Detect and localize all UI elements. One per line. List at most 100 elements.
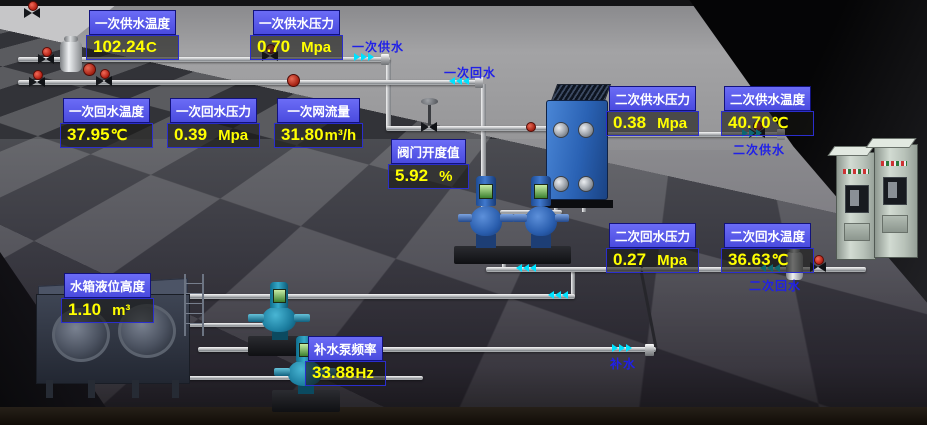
pump-flange — [294, 314, 310, 322]
pipe-elbow-supply-down — [386, 60, 391, 130]
sensor-secondary-return-temp[interactable]: 二次回水温度 36.63℃ — [721, 223, 814, 273]
pipe-label-makeup-water: 补水 — [610, 355, 636, 372]
sensor-label: 一次供水温度 — [89, 10, 176, 35]
sensor-unit: C — [146, 39, 157, 56]
pump-flange — [274, 368, 290, 376]
valve-handwheel-icon — [28, 1, 38, 11]
hmi-heat-exchange-station-screen: 一次供水 一次回水 二次供水 二次回水 补水 一次供水温度 102.24C 一次… — [0, 0, 927, 425]
cabinet-vent — [844, 223, 870, 241]
sensor-secondary-supply-temp[interactable]: 二次供水温度 40.70℃ — [721, 86, 814, 136]
pump-flange — [555, 214, 569, 222]
sensor-unit: % — [439, 168, 452, 185]
tank-leg — [88, 380, 95, 398]
sensor-label: 一次供水压力 — [253, 10, 340, 35]
heat-exchanger-port — [578, 176, 594, 192]
sensor-unit: m³ — [112, 302, 130, 319]
sensor-value: 1.10 — [68, 300, 101, 319]
sensor-primary-return-pressure[interactable]: 一次回水压力 0.39Mpa — [167, 98, 260, 148]
valve-handwheel-icon — [814, 255, 824, 265]
cabinet-top — [865, 138, 916, 148]
pump-indicator-window — [534, 184, 548, 199]
heat-exchanger-port — [578, 122, 594, 138]
sensor-unit: ℃ — [772, 115, 789, 132]
sensor-secondary-return-pressure[interactable]: 二次回水压力 0.27 Mpa — [606, 223, 699, 273]
circulation-pump-1 — [462, 176, 510, 266]
sensor-value: 0.70 — [257, 37, 290, 56]
pump-foot — [476, 234, 496, 248]
sensor-label: 二次回水温度 — [724, 223, 811, 248]
tank-leg — [46, 380, 53, 398]
pump-flange — [458, 214, 472, 222]
valve-handwheel-icon — [33, 70, 43, 80]
pipe-tank-outlet — [183, 294, 575, 299]
sensor-value: 40.70 — [728, 113, 771, 132]
valve — [29, 77, 45, 87]
sensor-value: 37.95 — [67, 125, 110, 144]
pump-indicator-window — [273, 289, 286, 303]
pipe-primary-return — [18, 80, 480, 85]
floor-bottom-edge — [0, 407, 927, 425]
pipe-label-primary-supply: 一次供水 — [352, 38, 404, 55]
cabinet-display — [845, 185, 869, 213]
sensor-primary-supply-pressure[interactable]: 一次供水压力 0.70 Mpa — [250, 10, 343, 60]
pump-flange — [248, 314, 264, 322]
pump-base — [509, 246, 571, 264]
flow-arrow-right-icon — [612, 344, 632, 352]
sensor-value: 0.38 — [613, 113, 646, 132]
sensor-unit: Hz — [356, 365, 374, 382]
control-valve — [421, 122, 437, 132]
cabinet-display — [883, 177, 907, 205]
pipe-flange — [381, 54, 389, 65]
flow-arrow-left-icon — [516, 264, 536, 272]
sensor-secondary-supply-pressure[interactable]: 二次供水压力 0.38 Mpa — [606, 86, 699, 136]
sensor-unit: Mpa — [301, 39, 331, 56]
tank-leg — [132, 380, 139, 398]
sensor-label: 二次供水压力 — [609, 86, 696, 111]
sensor-label: 二次回水压力 — [609, 223, 696, 248]
valve — [96, 76, 112, 86]
sensor-value: 102.24 — [93, 37, 145, 56]
tank-ladder — [184, 274, 204, 336]
cabinet-indicator-lights — [843, 169, 869, 174]
sensor-primary-network-flow[interactable]: 一次网流量 31.80m³/h — [274, 98, 363, 148]
sensor-primary-return-temp[interactable]: 一次回水温度 37.95℃ — [60, 98, 153, 148]
sensor-value: 0.39 — [174, 125, 207, 144]
sensor-value: 31.80 — [281, 125, 324, 144]
sensor-valve-opening[interactable]: 阀门开度值 5.92% — [388, 139, 469, 189]
pipe-label-primary-return: 一次回水 — [444, 64, 496, 81]
pump-indicator-window — [479, 184, 493, 199]
heat-exchanger-port — [553, 122, 569, 138]
pipe-filter — [60, 41, 82, 72]
sensor-unit: Mpa — [218, 127, 248, 144]
control-cabinet-2 — [874, 144, 918, 258]
sensor-value: 5.92 — [395, 166, 428, 185]
pump-base — [454, 246, 516, 264]
pipe-label-secondary-supply: 二次供水 — [733, 141, 785, 158]
sensor-makeup-pump-frequency[interactable]: 补水泵频率 33.88Hz — [305, 336, 386, 386]
sensor-primary-supply-temp[interactable]: 一次供水温度 102.24C — [86, 10, 179, 60]
pipe-label-secondary-return: 二次回水 — [749, 277, 801, 294]
pump-flange — [500, 214, 514, 222]
sensor-tank-level[interactable]: 水箱液位高度 1.10 m³ — [61, 273, 154, 323]
control-cabinet-1 — [836, 152, 876, 260]
globe-valve — [526, 122, 536, 132]
pump-body — [262, 306, 296, 332]
globe-valve — [83, 63, 96, 76]
sensor-unit: ℃ — [111, 127, 128, 144]
cabinet-indicator-lights — [881, 161, 907, 166]
sensor-label: 阀门开度值 — [391, 139, 466, 164]
sensor-value: 0.27 — [613, 250, 646, 269]
sensor-unit: m³/h — [325, 127, 357, 144]
control-valve-actuator — [421, 98, 438, 105]
pump-foot — [531, 234, 551, 248]
pipe-riser — [571, 269, 575, 297]
pump-flange — [513, 214, 527, 222]
valve — [38, 54, 54, 64]
sensor-label: 水箱液位高度 — [64, 273, 151, 298]
sensor-label: 一次回水温度 — [63, 98, 150, 123]
sensor-label: 一次网流量 — [277, 98, 360, 123]
sensor-unit: Mpa — [657, 115, 687, 132]
circulation-pump-2 — [517, 176, 565, 266]
sensor-unit: Mpa — [657, 252, 687, 269]
sensor-value: 33.88 — [312, 363, 355, 382]
